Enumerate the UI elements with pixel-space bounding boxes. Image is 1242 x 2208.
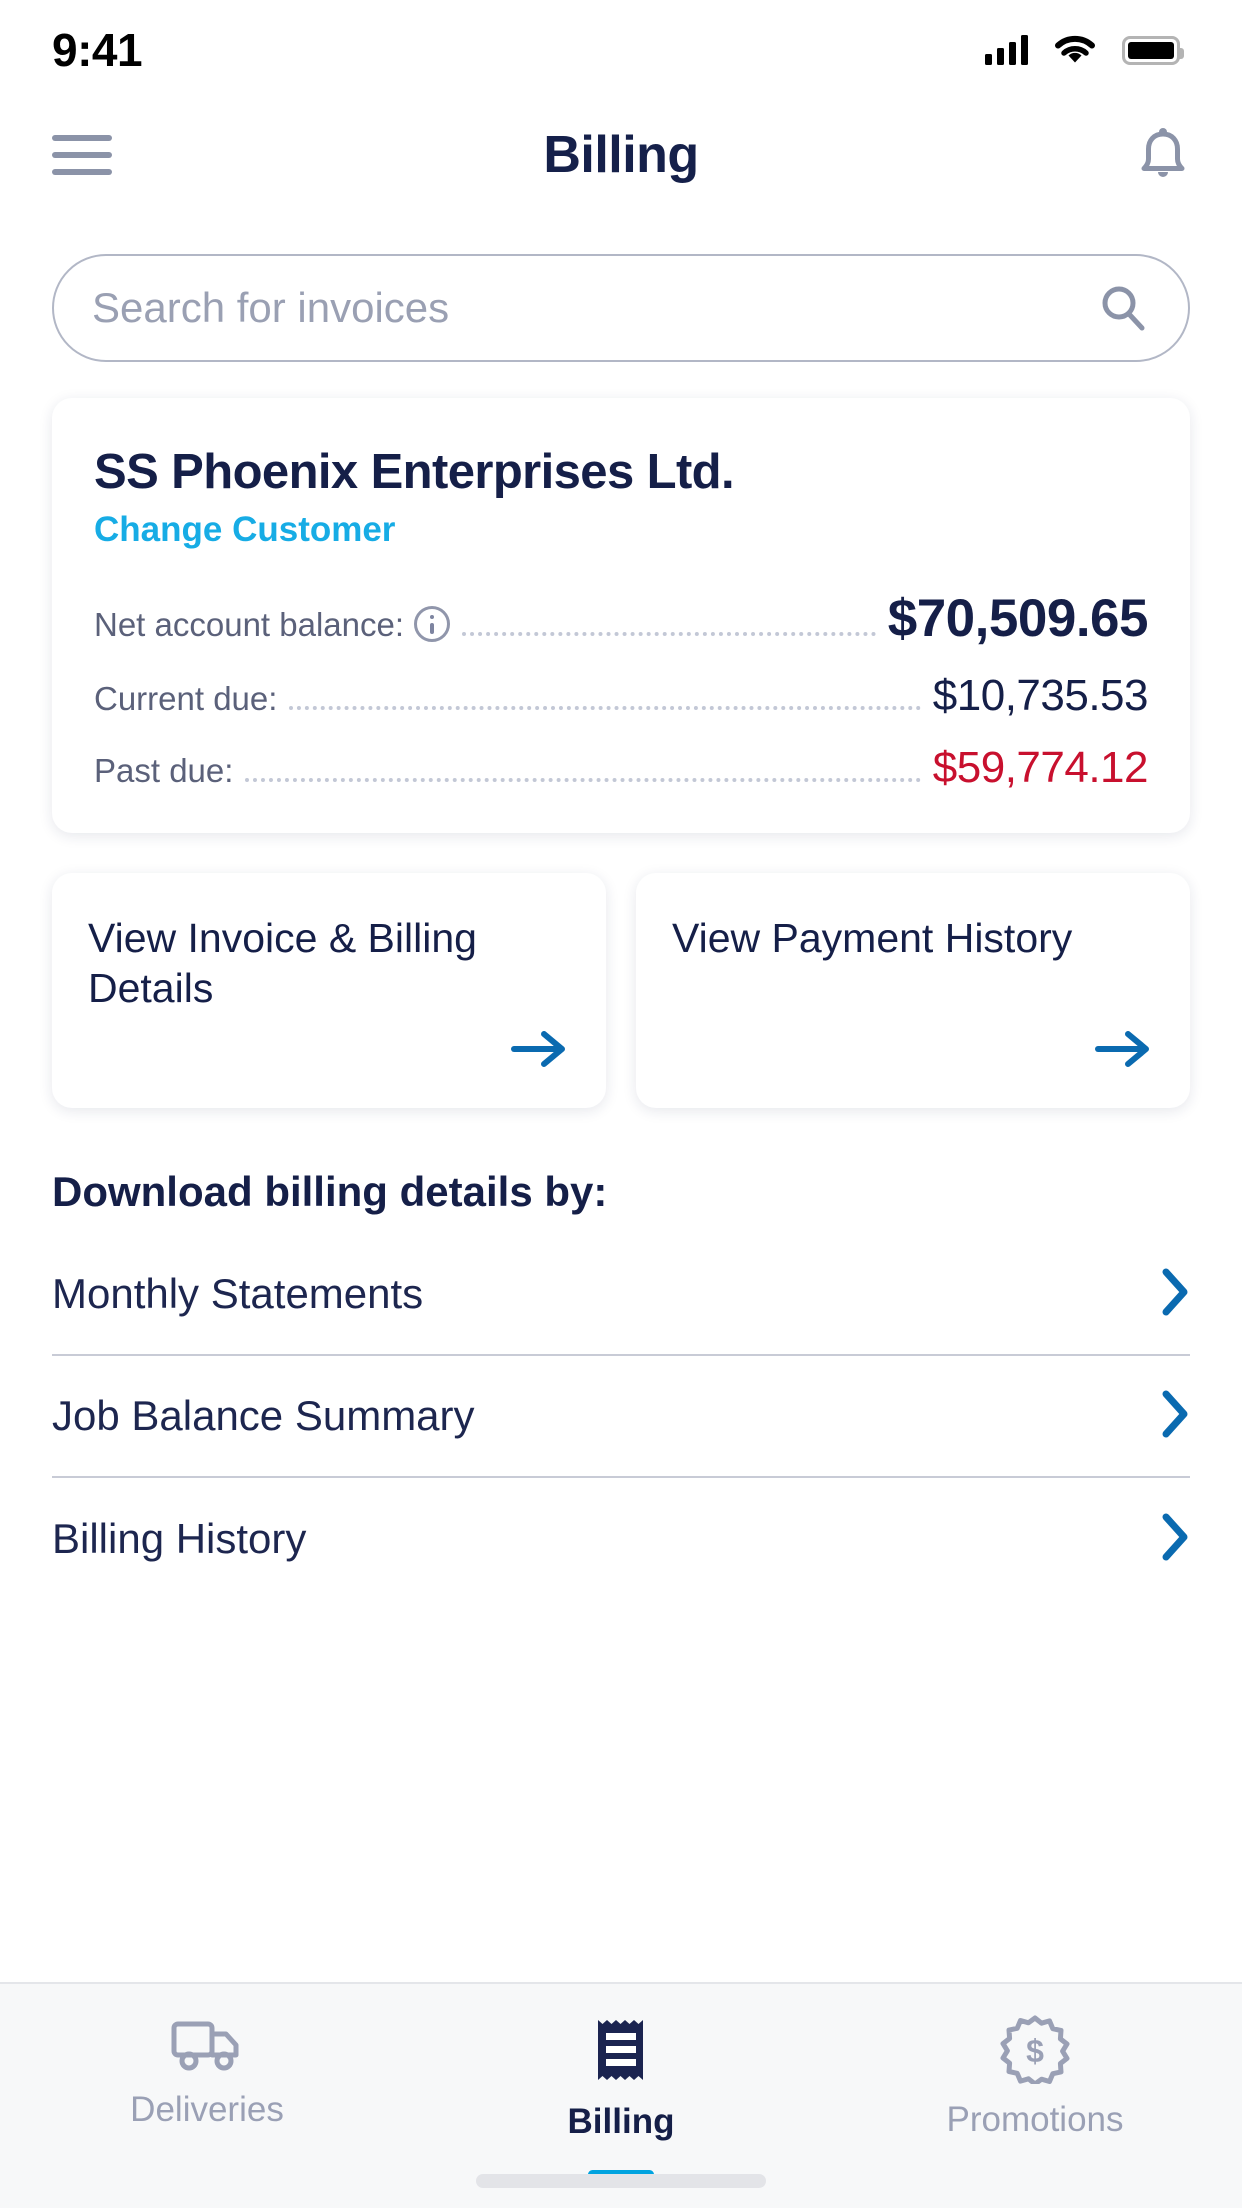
change-customer-link[interactable]: Change Customer (94, 510, 395, 550)
chevron-right-icon[interactable] (1158, 1266, 1190, 1323)
search-icon[interactable] (1098, 283, 1148, 333)
home-indicator (476, 2174, 766, 2188)
list-item-job-balance-summary[interactable]: Job Balance Summary (52, 1356, 1190, 1478)
bell-icon[interactable] (1136, 126, 1190, 184)
list-item-monthly-statements[interactable]: Monthly Statements (52, 1234, 1190, 1356)
tab-billing[interactable]: Billing (414, 2014, 828, 2179)
tab-label: Billing (567, 2102, 675, 2141)
balance-list: Net account balance: $70,509.65 Current … (94, 588, 1149, 793)
balance-value: $10,735.53 (932, 671, 1149, 720)
balance-row-current-due: Current due: $10,735.53 (94, 671, 1149, 721)
balance-label: Current due: (94, 680, 278, 717)
download-list: Monthly Statements Job Balance Summary B… (52, 1234, 1190, 1600)
view-invoice-billing-details-tile[interactable]: View Invoice & Billing Details (52, 873, 606, 1108)
status-bar: 9:41 (0, 0, 1242, 100)
search-input[interactable] (92, 284, 1098, 332)
dotted-leader (245, 778, 921, 782)
wifi-icon (1055, 35, 1095, 62)
dotted-leader (462, 632, 876, 636)
view-payment-history-tile[interactable]: View Payment History (636, 873, 1190, 1108)
dotted-leader (289, 706, 921, 710)
customer-name: SS Phoenix Enterprises Ltd. (94, 445, 735, 499)
cellular-signal-icon (985, 35, 1028, 65)
arrow-right-icon[interactable] (1094, 1027, 1154, 1076)
balance-value: $59,774.12 (932, 743, 1149, 792)
billing-screen: 9:41 Billing Search for invoices SS Phoe… (0, 0, 1242, 2208)
balance-value: $70,509.65 (887, 589, 1149, 648)
balance-label: Net account balance: (94, 606, 405, 643)
arrow-right-icon[interactable] (510, 1027, 570, 1076)
tile-label: View Invoice & Billing Details (88, 915, 477, 1012)
download-section-heading: Download billing details by: (52, 1168, 608, 1215)
battery-full-icon (1122, 35, 1184, 65)
tab-promotions[interactable]: $ Promotions (828, 2014, 1242, 2140)
bottom-tab-bar: Deliveries Billing $ Promotions (0, 1982, 1242, 2208)
tab-label: Promotions (946, 2100, 1124, 2139)
main-content: SS Phoenix Enterprises Ltd. Change Custo… (0, 210, 1242, 1982)
chevron-right-icon[interactable] (1158, 1388, 1190, 1445)
tab-label: Deliveries (130, 2090, 284, 2129)
hamburger-menu-icon[interactable] (52, 135, 112, 175)
status-time: 9:41 (52, 24, 143, 76)
nav-bar: Billing (0, 100, 1242, 210)
action-tiles: View Invoice & Billing Details View Paym… (52, 873, 1190, 1108)
search-bar[interactable] (52, 254, 1190, 362)
page-title: Billing (543, 126, 699, 184)
info-icon[interactable] (414, 606, 451, 642)
customer-card: SS Phoenix Enterprises Ltd. Change Custo… (52, 398, 1190, 833)
receipt-icon (598, 2020, 643, 2080)
tile-label: View Payment History (672, 915, 1073, 961)
status-icons (985, 35, 1184, 66)
chevron-right-icon[interactable] (1158, 1511, 1190, 1568)
dollar-badge-icon: $ (1000, 2015, 1070, 2084)
tab-deliveries[interactable]: Deliveries (0, 2014, 414, 2130)
list-item-label: Job Balance Summary (52, 1392, 475, 1439)
balance-label: Past due: (94, 752, 234, 789)
svg-text:$: $ (1026, 2033, 1044, 2069)
list-item-label: Monthly Statements (52, 1270, 424, 1317)
list-item-billing-history[interactable]: Billing History (52, 1478, 1190, 1600)
truck-icon (171, 2021, 239, 2071)
balance-row-net: Net account balance: $70,509.65 (94, 588, 1149, 649)
list-item-label: Billing History (52, 1515, 307, 1562)
balance-row-past-due: Past due: $59,774.12 (94, 743, 1149, 793)
